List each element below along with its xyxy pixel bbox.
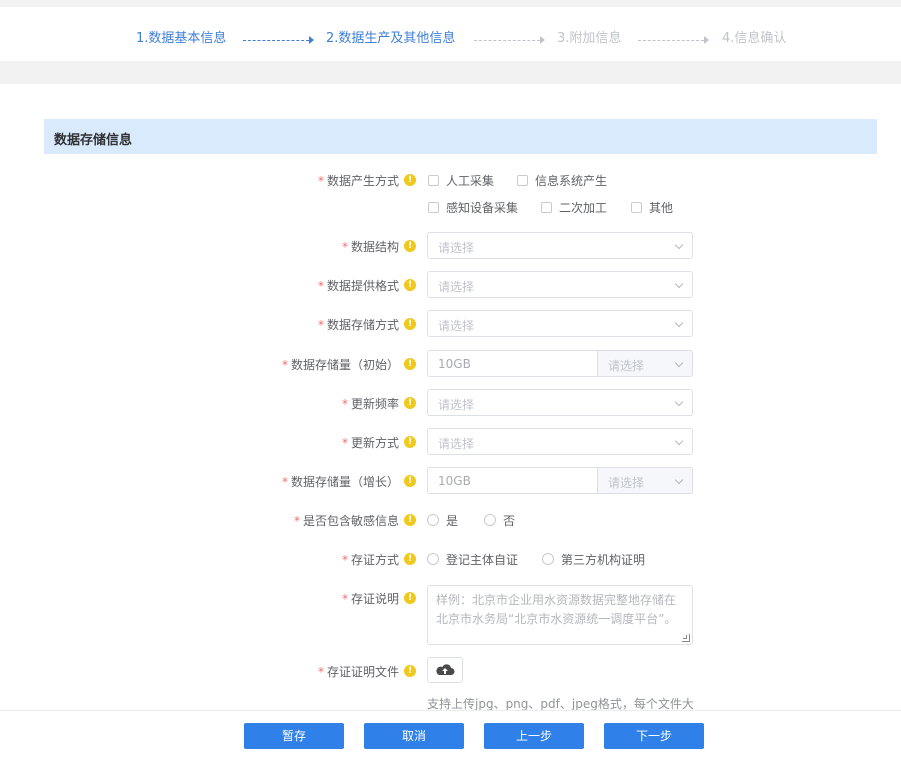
chevron-down-icon <box>674 358 684 368</box>
step-4[interactable]: 4.信息确认 <box>722 27 786 46</box>
step-3[interactable]: 3.附加信息 <box>557 27 621 46</box>
section-header: 数据存储信息 <box>44 119 877 154</box>
info-icon[interactable]: ! <box>404 240 416 252</box>
radio-label: 第三方机构证明 <box>561 553 646 567</box>
row-storage-initial: * 数据存储量（初始） ! 10GB 请选择 <box>0 350 901 378</box>
form-card: 数据存储信息 * 数据产生方式 ! 人工采集 信息系统产生 感知设备采集 二次加工… <box>0 84 901 714</box>
row-production-method: * 数据产生方式 ! 人工采集 信息系统产生 感知设备采集 二次加工 其他 <box>0 166 901 215</box>
chevron-down-icon <box>674 475 684 485</box>
checkbox-label: 二次加工 <box>559 201 608 215</box>
step-arrow-icon <box>309 36 314 44</box>
radio-label: 登记主体自证 <box>446 553 519 567</box>
data-structure-select[interactable]: 请选择 <box>427 232 693 259</box>
checkbox-sensor[interactable] <box>428 202 439 213</box>
chevron-down-icon <box>674 397 684 407</box>
info-icon[interactable]: ! <box>404 397 416 409</box>
checkbox-label: 信息系统产生 <box>535 174 608 188</box>
row-data-structure: * 数据结构 ! 请选择 <box>0 232 901 260</box>
info-icon[interactable]: ! <box>404 436 416 448</box>
storage-initial-unit-select[interactable]: 请选择 <box>597 350 693 377</box>
checkbox-manual[interactable] <box>428 175 439 186</box>
row-sensitive: * 是否包含敏感信息 ! 是 否 <box>0 506 901 534</box>
radio-label: 否 <box>503 514 516 528</box>
resize-handle-icon[interactable] <box>682 634 690 642</box>
evidence-desc-textarea[interactable]: 样例：北京市企业用水资源数据完整地存储在北京市水务局“北京市水资源统一调度平台”… <box>427 585 693 645</box>
row-storage-method: * 数据存储方式 ! 请选择 <box>0 310 901 338</box>
chevron-down-icon <box>674 279 684 289</box>
info-icon[interactable]: ! <box>404 592 416 604</box>
field-label: * 是否包含敏感信息 <box>293 514 399 528</box>
provide-format-select[interactable]: 请选择 <box>427 271 693 298</box>
field-label: * 更新方式 <box>341 436 399 450</box>
cloud-upload-icon <box>436 664 455 675</box>
cancel-button[interactable]: 取消 <box>364 723 464 749</box>
footer-bar: 暂存 取消 上一步 下一步 <box>0 710 901 757</box>
radio-self-proof[interactable] <box>427 553 439 565</box>
step-arrow-icon <box>704 36 709 44</box>
steps-bar: 1.数据基本信息 2.数据生产及其他信息 3.附加信息 4.信息确认 <box>0 7 901 61</box>
info-icon[interactable]: ! <box>404 318 416 330</box>
info-icon[interactable]: ! <box>404 553 416 565</box>
checkbox-label: 感知设备采集 <box>446 201 519 215</box>
field-label: * 存证方式 <box>341 553 399 567</box>
radio-third-party[interactable] <box>542 553 554 565</box>
next-step-button[interactable]: 下一步 <box>604 723 704 749</box>
field-label: * 数据提供格式 <box>317 279 399 293</box>
info-icon[interactable]: ! <box>404 514 416 526</box>
field-label: * 数据存储方式 <box>317 318 399 332</box>
row-update-method: * 更新方式 ! 请选择 <box>0 428 901 456</box>
info-icon[interactable]: ! <box>404 279 416 291</box>
section-title: 数据存储信息 <box>54 133 133 148</box>
step-connector-2 <box>474 40 540 41</box>
chevron-down-icon <box>674 318 684 328</box>
step-connector-1 <box>243 40 309 41</box>
upload-button[interactable] <box>427 657 463 683</box>
chevron-down-icon <box>674 240 684 250</box>
storage-growth-input[interactable]: 10GB <box>427 467 598 494</box>
storage-growth-unit-select[interactable]: 请选择 <box>597 467 693 494</box>
checkbox-secondary[interactable] <box>541 202 552 213</box>
field-label: * 更新频率 <box>341 397 399 411</box>
info-icon[interactable]: ! <box>404 174 416 186</box>
field-label: * 存证说明 <box>341 592 399 606</box>
row-storage-growth: * 数据存储量（增长） ! 10GB 请选择 <box>0 467 901 495</box>
prev-step-button[interactable]: 上一步 <box>484 723 584 749</box>
field-label: * 数据存储量（增长） <box>281 475 399 489</box>
save-draft-button[interactable]: 暂存 <box>244 723 344 749</box>
checkbox-label: 人工采集 <box>446 174 495 188</box>
row-evidence-method: * 存证方式 ! 登记主体自证 第三方机构证明 <box>0 545 901 573</box>
storage-method-select[interactable]: 请选择 <box>427 310 693 337</box>
field-label: * 数据结构 <box>341 240 399 254</box>
row-provide-format: * 数据提供格式 ! 请选择 <box>0 271 901 299</box>
checkbox-other[interactable] <box>631 202 642 213</box>
info-icon[interactable]: ! <box>404 665 416 677</box>
chevron-down-icon <box>674 436 684 446</box>
update-method-select[interactable]: 请选择 <box>427 428 693 455</box>
checkbox-system[interactable] <box>517 175 528 186</box>
step-connector-3 <box>638 40 704 41</box>
step-1[interactable]: 1.数据基本信息 <box>136 27 226 46</box>
field-label: * 数据存储量（初始） <box>281 358 399 372</box>
radio-label: 是 <box>446 514 459 528</box>
radio-no[interactable] <box>484 514 496 526</box>
info-icon[interactable]: ! <box>404 475 416 487</box>
field-label: * 数据产生方式 <box>317 174 399 188</box>
step-arrow-icon <box>540 36 545 44</box>
info-icon[interactable]: ! <box>404 358 416 370</box>
step-2[interactable]: 2.数据生产及其他信息 <box>326 27 455 46</box>
checkbox-label: 其他 <box>649 201 674 215</box>
update-frequency-select[interactable]: 请选择 <box>427 389 693 416</box>
field-label: * 存证证明文件 <box>317 665 399 679</box>
row-update-frequency: * 更新频率 ! 请选择 <box>0 389 901 417</box>
radio-yes[interactable] <box>427 514 439 526</box>
storage-initial-input[interactable]: 10GB <box>427 350 598 377</box>
